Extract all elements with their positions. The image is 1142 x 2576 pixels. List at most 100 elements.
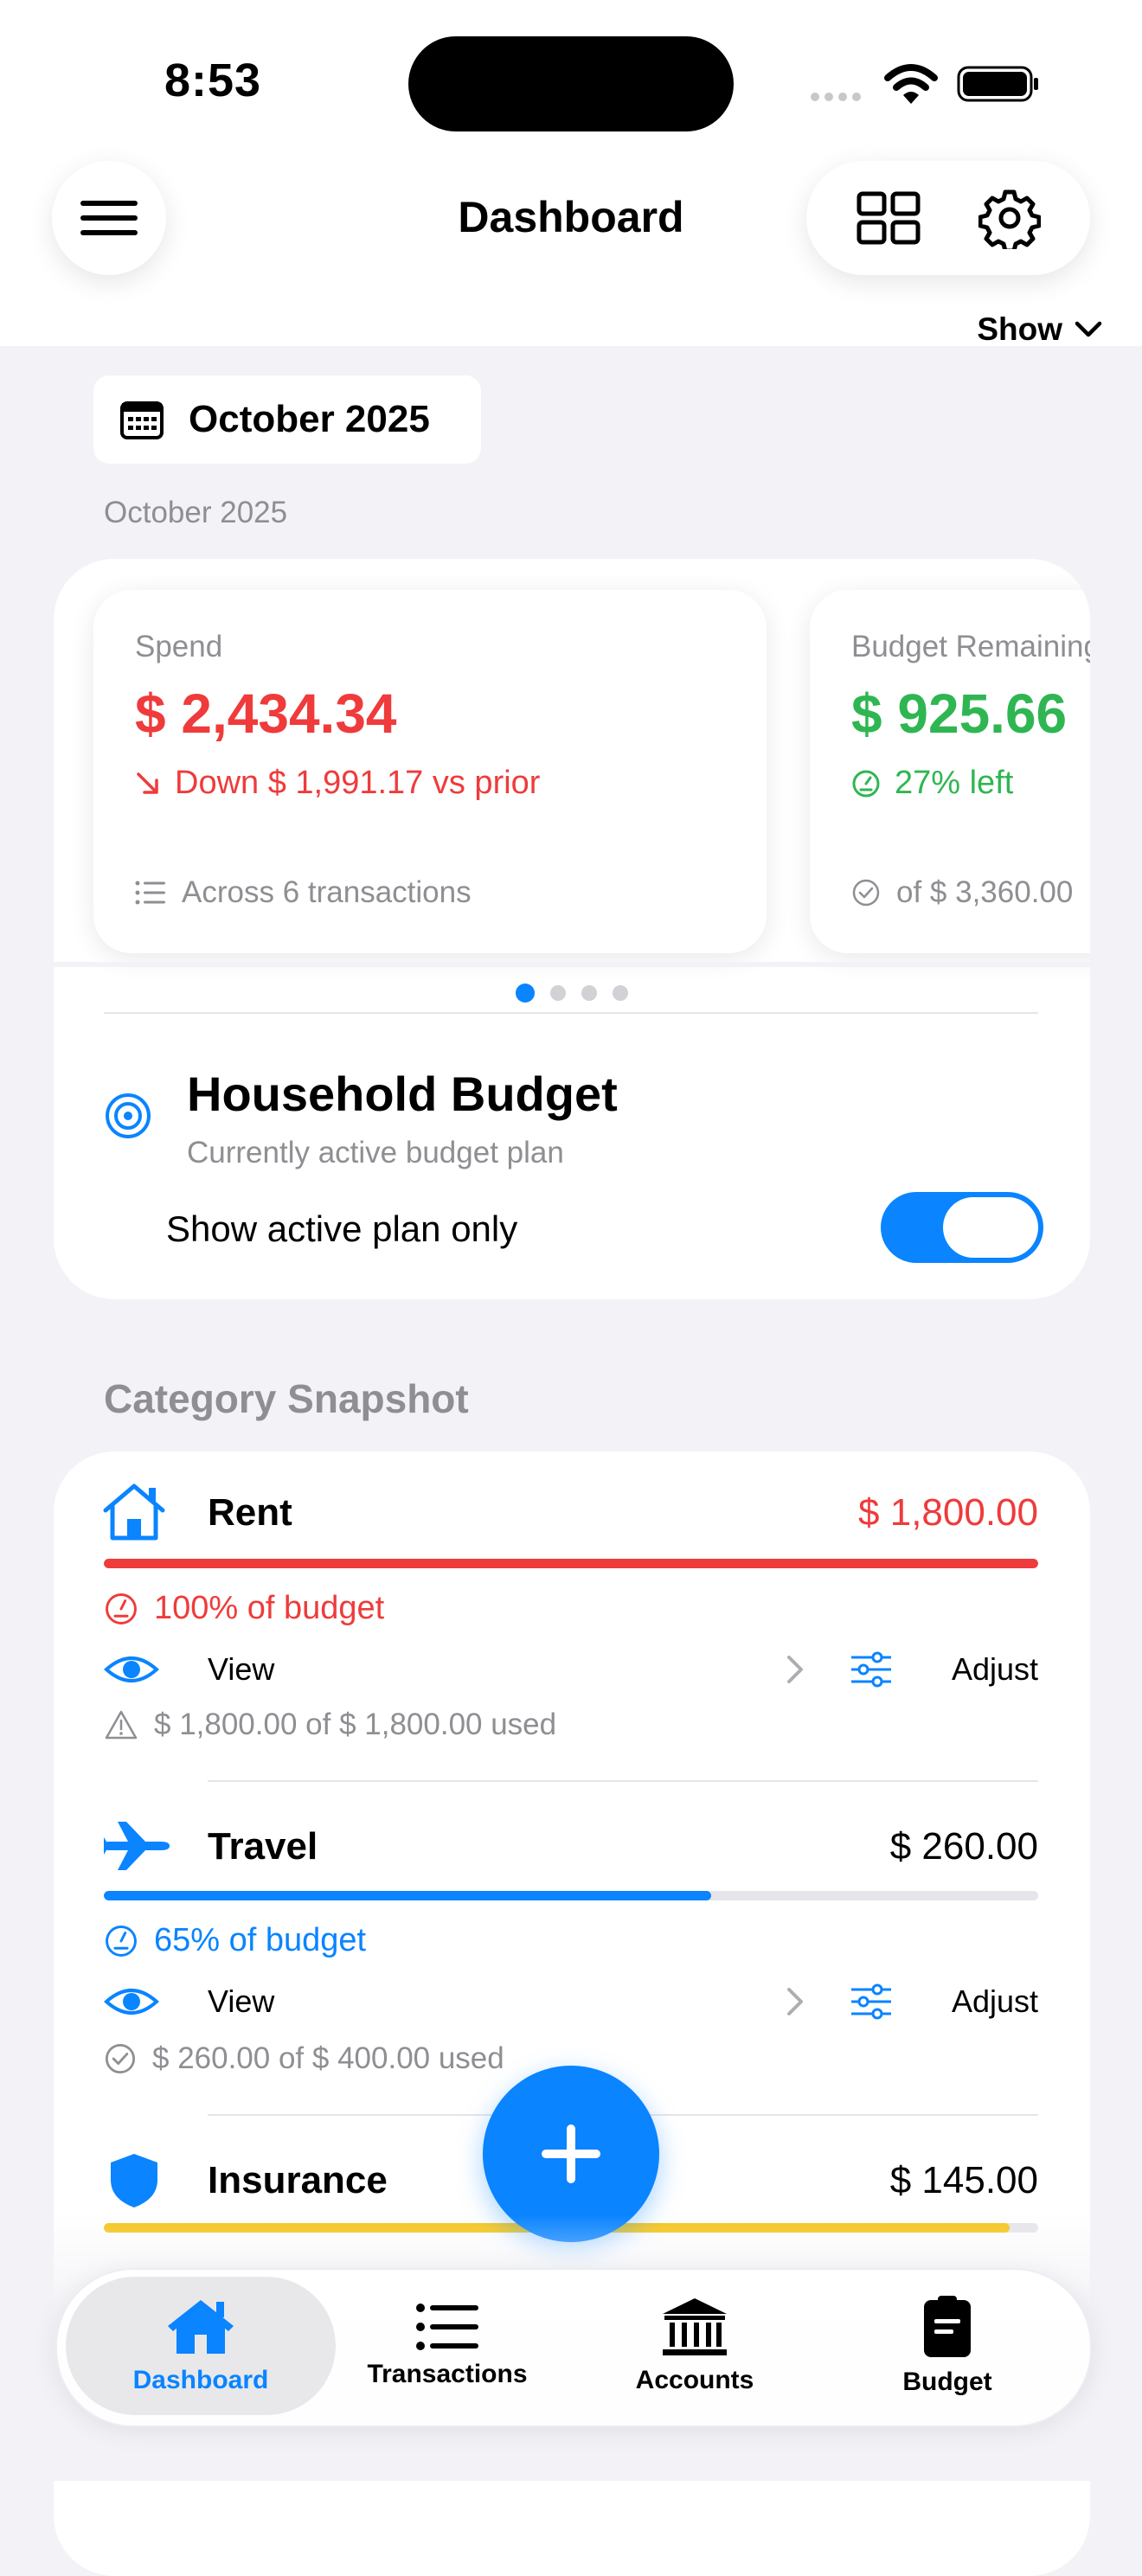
- metric-value: $ 2,434.34: [135, 682, 397, 745]
- wifi-icon: [884, 62, 938, 110]
- plan-title: Household Budget: [187, 1067, 618, 1121]
- battery-icon: [957, 66, 1040, 106]
- category-name: Insurance: [208, 2159, 388, 2201]
- house-icon: [168, 2300, 234, 2354]
- category-name: Rent: [208, 1491, 292, 1534]
- checkmark-circle-icon: [105, 2043, 136, 2074]
- tab-transactions[interactable]: Transactions: [322, 2270, 573, 2422]
- airplane-icon: [102, 1818, 171, 1878]
- tab-label: Transactions: [367, 2360, 528, 2388]
- category-used: $ 1,800.00 of $ 1,800.00 used: [104, 1708, 556, 1742]
- metric-label: Spend: [135, 630, 223, 663]
- category-amount: $ 1,800.00: [858, 1491, 1038, 1534]
- metric-delta-text: 27% left: [895, 765, 1014, 801]
- metric-delta: Down $ 1,991.17 vs prior: [135, 765, 725, 802]
- arrow-down-right-icon: [137, 772, 158, 794]
- tab-label: Dashboard: [132, 2366, 269, 2394]
- gauge-icon: [852, 770, 880, 797]
- view-label: View: [208, 1983, 275, 2019]
- category-used-text: $ 1,800.00 of $ 1,800.00 used: [154, 1708, 557, 1741]
- card-overflow-shade: [54, 962, 1090, 967]
- chevron-right-icon: [787, 1988, 803, 2015]
- eye-icon: [104, 1989, 159, 2015]
- shield-icon: [109, 2152, 159, 2214]
- section-title: Category Snapshot: [104, 1376, 469, 1421]
- divider: [208, 1780, 1038, 1782]
- category-used: $ 260.00 of $ 400.00 used: [104, 2041, 504, 2076]
- view-label: View: [208, 1651, 275, 1687]
- category-percent: 65% of budget: [104, 1922, 366, 1959]
- metric-card-spend[interactable]: Spend $ 2,434.34 Down $ 1,991.17 vs prio…: [93, 590, 767, 953]
- page-dot[interactable]: [581, 985, 597, 1001]
- category-used-text: $ 260.00 of $ 400.00 used: [152, 2041, 504, 2075]
- plan-subtitle: Currently active budget plan: [187, 1136, 564, 1169]
- list-icon: [416, 2304, 478, 2350]
- metric-label: Budget Remaining: [851, 630, 1090, 663]
- bank-icon: [663, 2298, 727, 2355]
- category-progress: [104, 1891, 1038, 1900]
- category-progress-fill: [104, 1891, 711, 1900]
- page-indicator[interactable]: [516, 984, 628, 1003]
- category-amount: $ 260.00: [889, 1825, 1038, 1868]
- category-percent-text: 65% of budget: [154, 1922, 367, 1958]
- period-subtitle: October 2025: [104, 496, 288, 529]
- calendar-icon: [120, 401, 164, 439]
- show-label: Show: [977, 311, 1062, 347]
- checkmark-circle-icon: [852, 879, 880, 907]
- active-plan-switch[interactable]: [881, 1192, 1043, 1263]
- metric-footer-text: of $ 3,360.00: [896, 875, 1074, 909]
- tab-accounts[interactable]: Accounts: [569, 2270, 820, 2422]
- view-action[interactable]: View: [104, 1979, 813, 2024]
- category-progress-fill: [104, 1559, 1038, 1568]
- category-percent: 100% of budget: [104, 1590, 384, 1627]
- divider: [104, 1012, 1038, 1014]
- plan-toggle-label: Show active plan only: [166, 1208, 518, 1249]
- list-icon: [135, 881, 165, 905]
- summary-card: Spend $ 2,434.34 Down $ 1,991.17 vs prio…: [54, 559, 1090, 1299]
- target-icon: [104, 1092, 152, 1144]
- page-dot[interactable]: [550, 985, 566, 1001]
- gauge-icon: [106, 1925, 137, 1957]
- metric-footer: Across 6 transactions: [135, 875, 472, 910]
- tab-bar: Dashboard Transactions Accounts Budget: [55, 2268, 1092, 2427]
- tab-label: Budget: [902, 2368, 992, 2396]
- sliders-icon: [851, 1651, 891, 1688]
- tab-dashboard[interactable]: Dashboard: [66, 2277, 336, 2415]
- sliders-icon: [851, 1983, 891, 2020]
- grid-icon[interactable]: [856, 191, 921, 245]
- tab-budget[interactable]: Budget: [822, 2270, 1073, 2422]
- page-dot[interactable]: [613, 985, 628, 1001]
- category-amount: $ 145.00: [889, 2159, 1038, 2201]
- show-dropdown[interactable]: Show: [977, 311, 1102, 348]
- gear-icon[interactable]: [978, 187, 1041, 249]
- switch-knob: [943, 1197, 1038, 1258]
- metric-card-budget-remaining[interactable]: Budget Remaining $ 925.66 27% left of $ …: [810, 590, 1090, 953]
- category-name: Travel: [208, 1825, 318, 1868]
- adjust-label: Adjust: [951, 1651, 1038, 1687]
- warning-icon: [105, 1710, 138, 1740]
- month-picker-label: October 2025: [189, 398, 430, 440]
- adjust-action[interactable]: Adjust: [850, 1979, 1038, 2024]
- adjust-action[interactable]: Adjust: [850, 1647, 1038, 1692]
- dynamic-island: [408, 36, 734, 131]
- tab-label: Accounts: [635, 2366, 754, 2394]
- category-percent-text: 100% of budget: [154, 1590, 385, 1626]
- metric-footer: of $ 3,360.00: [851, 875, 1073, 910]
- status-time: 8:53: [164, 54, 262, 106]
- chevron-down-icon: [1075, 321, 1102, 337]
- metric-delta: 27% left: [851, 765, 1090, 802]
- chevron-right-icon: [787, 1656, 803, 1683]
- month-picker[interactable]: October 2025: [93, 375, 481, 464]
- metric-delta-text: Down $ 1,991.17 vs prior: [175, 765, 541, 801]
- metric-value: $ 925.66: [851, 682, 1068, 745]
- metric-footer-text: Across 6 transactions: [182, 875, 472, 909]
- view-action[interactable]: View: [104, 1647, 813, 1692]
- clipboard-icon: [924, 2296, 971, 2357]
- header-actions: [806, 161, 1090, 275]
- eye-icon: [104, 1656, 159, 1682]
- adjust-label: Adjust: [951, 1983, 1038, 2019]
- category-progress: [104, 1559, 1038, 1568]
- page-dot[interactable]: [516, 984, 535, 1003]
- plus-icon: [542, 2124, 600, 2183]
- signal-icon: [810, 91, 863, 107]
